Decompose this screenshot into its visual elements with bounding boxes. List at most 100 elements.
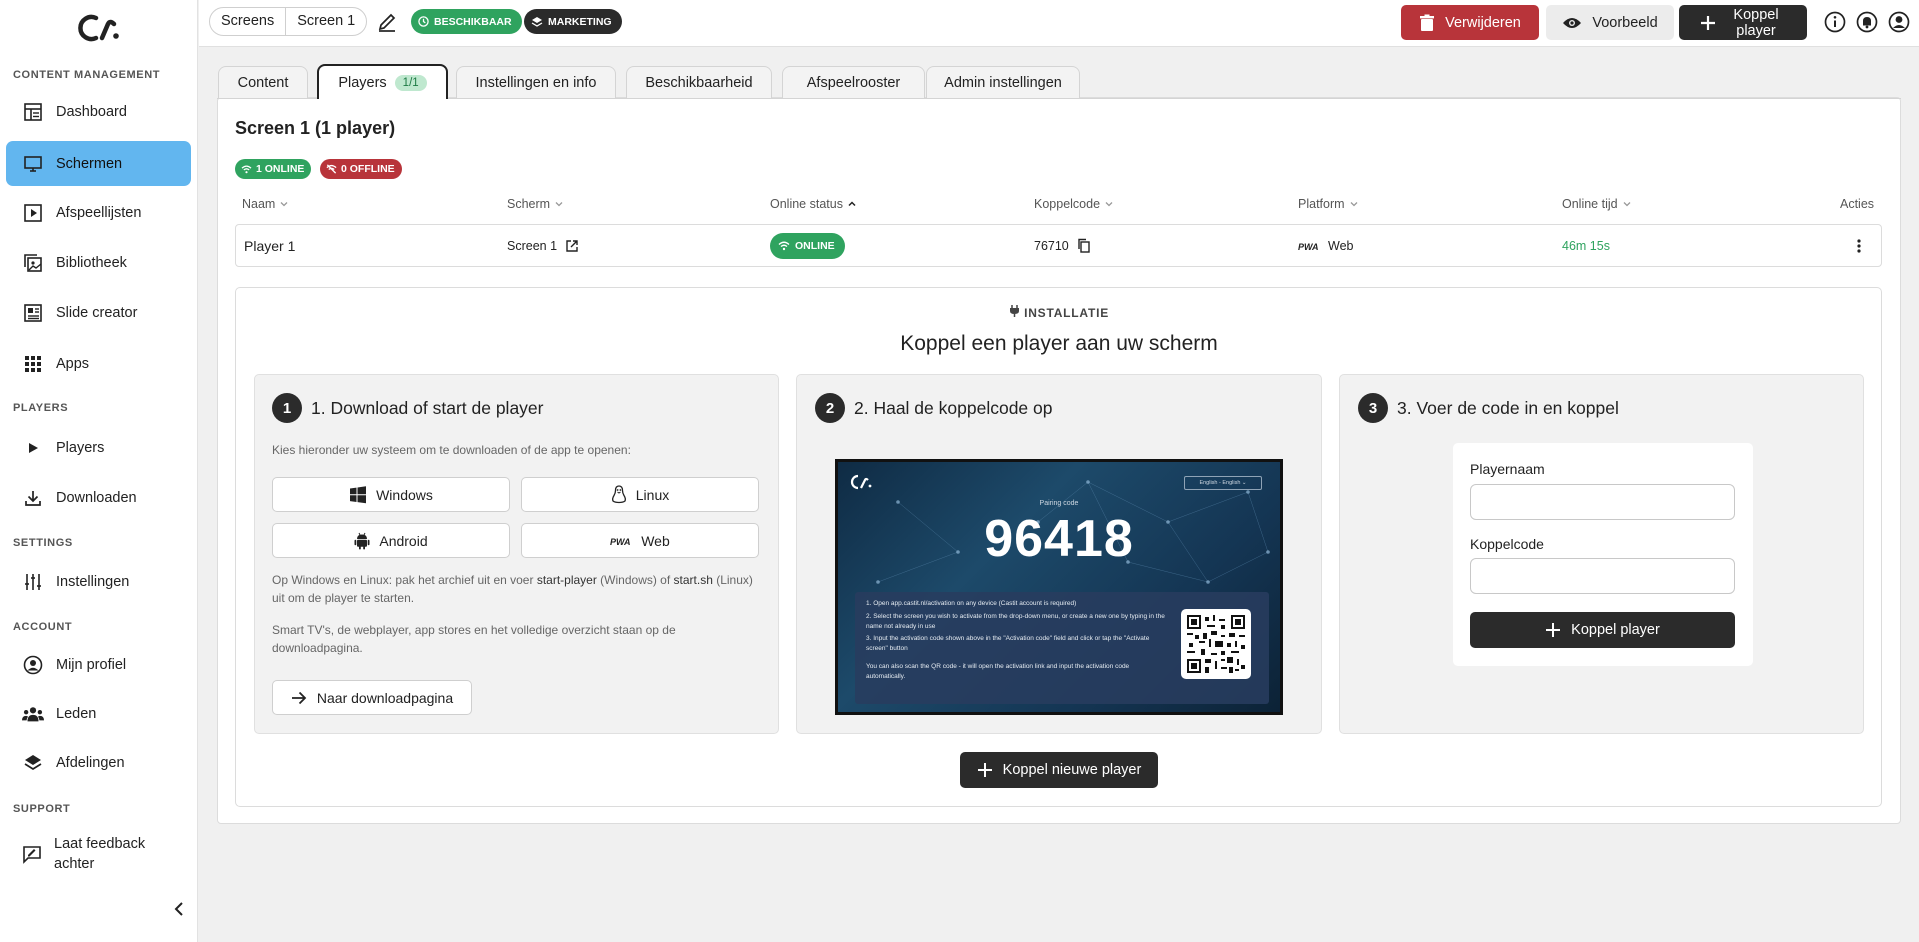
sidebar-item-afspeellijsten[interactable]: Afspeellijsten: [6, 190, 191, 235]
arrow-right-icon: [291, 691, 307, 704]
download-icon: [22, 487, 44, 509]
table-row[interactable]: Player 1 Screen 1 ONLINE 76710 PWA Web 4…: [235, 224, 1882, 267]
section-title-settings: SETTINGS: [13, 537, 73, 549]
tab-afspeelrooster[interactable]: Afspeelrooster: [782, 66, 925, 98]
wifi-icon: [778, 241, 790, 250]
download-linux-button[interactable]: Linux: [521, 477, 759, 512]
playername-input[interactable]: [1470, 484, 1735, 520]
offline-count-label: 0 OFFLINE: [341, 163, 395, 175]
windows-icon: [350, 485, 367, 503]
sidebar-item-mijn-profiel[interactable]: Mijn profiel: [6, 642, 191, 687]
step-title: 1. Download of start de player: [311, 397, 544, 418]
sidebar-item-downloaden[interactable]: Downloaden: [6, 475, 191, 520]
sidebar-item-apps[interactable]: Apps: [6, 341, 191, 386]
preview-button[interactable]: Voorbeeld: [1546, 5, 1674, 40]
dashboard-icon: [22, 101, 44, 123]
column-header-label: Naam: [242, 197, 276, 211]
sidebar-item-label: Bibliotheek: [56, 254, 127, 271]
plus-icon: [1701, 15, 1715, 30]
library-icon: [22, 252, 44, 274]
installation-title: Koppel een player aan uw scherm: [900, 332, 1218, 355]
sidebar-item-dashboard[interactable]: Dashboard: [6, 89, 191, 134]
koppel-player-button[interactable]: Koppel player: [1679, 5, 1807, 40]
cell-scherm: Screen 1: [507, 225, 579, 266]
notification-bell-icon[interactable]: [1855, 10, 1879, 34]
tab-content[interactable]: Content: [218, 66, 308, 98]
cell-scherm-label: Screen 1: [507, 238, 558, 253]
topbar: Screens Screen 1 BESCHIKBAAR MARKETING V…: [199, 0, 1919, 47]
pwa-icon: PWA: [610, 537, 631, 546]
section-title-support: SUPPORT: [13, 803, 71, 815]
external-link-icon[interactable]: [565, 239, 579, 253]
column-header-koppelcode[interactable]: Koppelcode: [1034, 197, 1114, 211]
plus-icon: [977, 763, 992, 777]
wifi-icon: [241, 164, 252, 173]
column-header-online-status[interactable]: Online status: [770, 197, 857, 211]
pair-new-player-button[interactable]: Koppel nieuwe player: [960, 752, 1158, 788]
koppelcode-input[interactable]: [1470, 558, 1735, 594]
sidebar-item-players[interactable]: Players: [6, 425, 191, 470]
breadcrumb: Screens Screen 1: [209, 7, 368, 36]
sidebar-item-afdelingen[interactable]: Afdelingen: [6, 740, 191, 785]
download-android-button[interactable]: Android: [272, 523, 510, 558]
download-page-button[interactable]: Naar downloadpagina: [272, 680, 472, 715]
collapse-sidebar-icon[interactable]: [170, 898, 188, 920]
sidebar-item-feedback[interactable]: Laat feedback achter: [6, 830, 156, 878]
trash-icon: [1420, 14, 1435, 31]
tab-players[interactable]: Players 1/1: [317, 64, 448, 99]
copy-icon[interactable]: [1077, 238, 1091, 253]
row-actions-menu-icon[interactable]: [1856, 225, 1862, 266]
step-1-note-windows-linux: Op Windows en Linux: pak het archief uit…: [272, 571, 762, 607]
column-header-online-tijd[interactable]: Online tijd: [1562, 197, 1632, 211]
tab-label: Players: [338, 74, 387, 91]
sidebar-item-instellingen[interactable]: Instellingen: [6, 559, 191, 604]
download-page-button-label: Naar downloadpagina: [316, 689, 454, 706]
installation-kicker: INSTALLATIE: [217, 305, 1901, 320]
tab-beschikbaarheid[interactable]: Beschikbaarheid: [626, 66, 772, 98]
sidebar-item-label: Schermen: [56, 155, 123, 172]
monitor-icon: [22, 153, 44, 175]
apps-grid-icon: [22, 353, 44, 375]
sidebar-item-schermen[interactable]: Schermen: [6, 141, 191, 186]
online-status-label: ONLINE: [795, 239, 835, 252]
delete-button[interactable]: Verwijderen: [1401, 5, 1539, 40]
column-header-platform[interactable]: Platform: [1298, 197, 1359, 211]
koppel-player-button-label: Koppel player: [1733, 6, 1779, 39]
cell-koppelcode: 76710: [1034, 225, 1091, 266]
cell-naam: Player 1: [244, 237, 296, 254]
note-text: (Windows) of: [596, 573, 674, 587]
step-1-note-smart-tv: Smart TV's, de webplayer, app stores en …: [272, 623, 676, 655]
sidebar-item-label: Laat feedback achter: [54, 836, 146, 872]
sidebar-item-bibliotheek[interactable]: Bibliotheek: [6, 240, 191, 285]
online-status-badge: ONLINE: [770, 232, 845, 259]
pair-player-submit-button[interactable]: Koppel player: [1470, 612, 1735, 648]
column-header-scherm[interactable]: Scherm: [507, 197, 564, 211]
svg-text:PWA: PWA: [1298, 242, 1319, 251]
section-title-account: ACCOUNT: [13, 621, 73, 633]
tab-label: Content: [237, 74, 289, 91]
note-text: Op Windows en Linux: pak het archief uit…: [272, 573, 537, 587]
account-icon[interactable]: [1887, 10, 1911, 34]
breadcrumb-screens[interactable]: Screens: [210, 8, 287, 35]
open-web-button[interactable]: PWA Web: [521, 523, 759, 558]
download-windows-button[interactable]: Windows: [272, 477, 510, 512]
step-number: 1: [272, 393, 302, 423]
info-icon[interactable]: [1823, 10, 1847, 34]
linux-icon: [611, 485, 626, 504]
online-count-label: 1 ONLINE: [256, 163, 305, 175]
tab-instellingen-en-info[interactable]: Instellingen en info: [456, 66, 616, 98]
cell-platform-label: Web: [1328, 238, 1354, 253]
sidebar-item-leden[interactable]: Leden: [6, 691, 191, 736]
column-header-acties: Acties: [1840, 197, 1874, 211]
app-logo[interactable]: [0, 0, 197, 55]
tab-admin-instellingen[interactable]: Admin instellingen: [926, 66, 1080, 98]
status-badge-label: BESCHIKBAAR: [434, 15, 512, 28]
online-count-badge: 1 ONLINE: [235, 159, 312, 179]
edit-pencil-icon[interactable]: [375, 10, 399, 34]
column-header-naam[interactable]: Naam: [242, 197, 289, 211]
cell-koppelcode-label: 76710: [1034, 238, 1069, 253]
sidebar-item-slide-creator[interactable]: Slide creator: [6, 290, 191, 335]
cell-online-tijd: 46m 15s: [1562, 238, 1610, 253]
column-header-label: Scherm: [507, 197, 551, 211]
tv-instruction-1: 1. Open app.castit.nl/activation on any …: [866, 600, 1077, 607]
